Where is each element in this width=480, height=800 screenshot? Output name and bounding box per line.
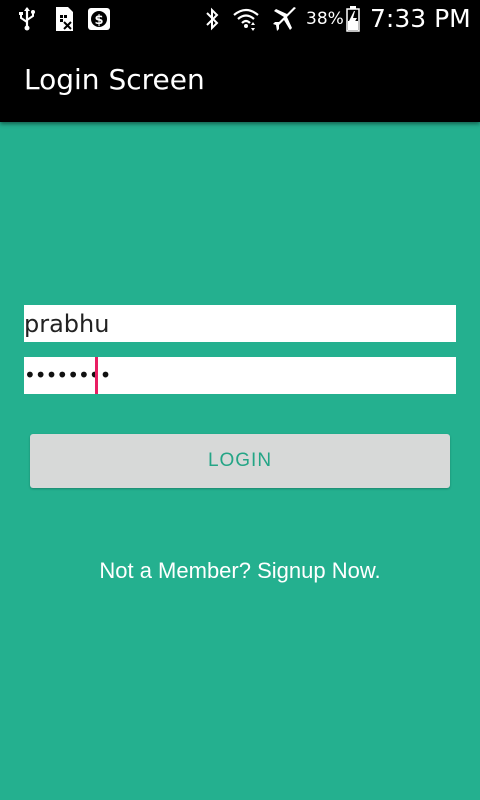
wifi-icon xyxy=(232,6,260,32)
battery-icon xyxy=(344,6,362,32)
username-input[interactable]: prabhu xyxy=(24,305,456,342)
signup-link[interactable]: Not a Member? Signup Now. xyxy=(0,558,480,584)
money-app-icon: $ xyxy=(86,6,112,32)
username-value: prabhu xyxy=(24,310,110,338)
svg-text:$: $ xyxy=(94,13,103,28)
page-title: Login Screen xyxy=(24,63,205,96)
airplane-icon xyxy=(270,6,300,32)
text-cursor xyxy=(95,357,98,394)
status-bar: $ 38% 7:33 PM xyxy=(0,0,480,38)
app-bar: Login Screen xyxy=(0,38,480,122)
bluetooth-icon xyxy=(202,6,222,32)
status-time: 7:33 PM xyxy=(370,4,471,33)
login-button[interactable]: LOGIN xyxy=(30,434,450,488)
usb-icon xyxy=(16,6,38,32)
battery-percent: 38% xyxy=(306,9,344,29)
sim-icon xyxy=(52,6,76,32)
password-input[interactable]: •••••••• xyxy=(24,357,456,394)
